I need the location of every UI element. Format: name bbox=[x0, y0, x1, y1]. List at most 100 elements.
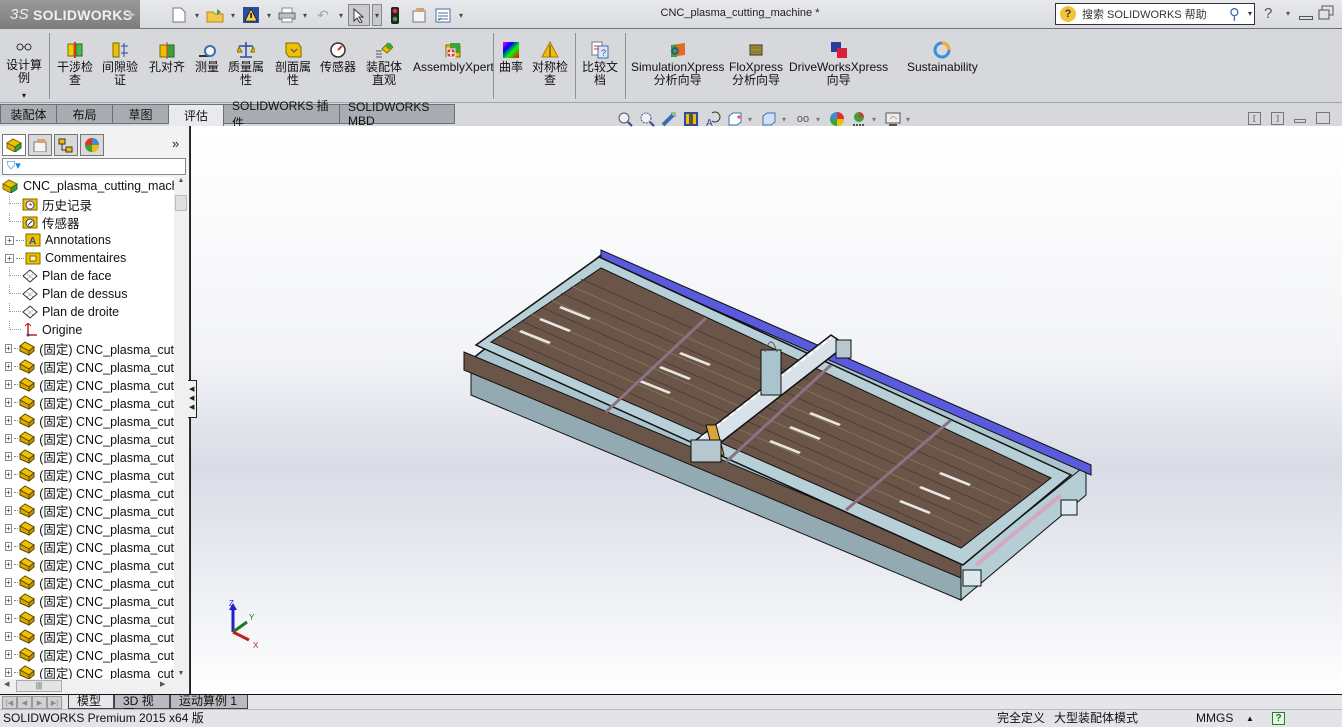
open-dropdown[interactable]: ▾ bbox=[228, 11, 238, 20]
new-doc-icon[interactable] bbox=[168, 4, 190, 26]
zoom-to-area-icon[interactable] bbox=[638, 110, 656, 128]
print-icon[interactable] bbox=[276, 4, 298, 26]
hide-show-dropdown[interactable]: ▾ bbox=[816, 115, 824, 124]
feature-manager-icon[interactable] bbox=[2, 134, 26, 156]
tree-node[interactable]: + (固定) CNC_plasma_cut bbox=[0, 663, 174, 679]
tree-node[interactable]: + (固定) CNC_plasma_cut bbox=[0, 483, 174, 501]
expand-toggle-icon[interactable]: + bbox=[5, 433, 12, 443]
tab-3d-views[interactable]: 3D 视图 bbox=[114, 695, 170, 721]
mass-properties-button[interactable]: 质量属 性 bbox=[228, 41, 264, 87]
floxpress-button[interactable]: FloXpress 分析向导 bbox=[729, 41, 783, 87]
tree-filter-bar[interactable]: ⛉▾ bbox=[2, 158, 186, 175]
expand-toggle-icon[interactable]: + bbox=[5, 487, 12, 497]
undo-dropdown[interactable]: ▾ bbox=[336, 11, 346, 20]
tree-root[interactable]: CNC_plasma_cutting_mach bbox=[0, 177, 174, 195]
panel-expand-icon[interactable]: » bbox=[172, 136, 179, 151]
scroll-up-arrow[interactable]: ▲ bbox=[174, 177, 188, 184]
sensor-button[interactable]: 传感器 bbox=[320, 41, 356, 74]
tree-node[interactable]: Plan de droite bbox=[0, 303, 174, 321]
scroll-right-arrow[interactable]: ▶ bbox=[160, 680, 165, 688]
unit-system[interactable]: MMGS bbox=[1196, 710, 1233, 727]
horizontal-scroll-thumb[interactable]: ||| bbox=[16, 680, 62, 692]
tab-solidworks-mbd[interactable]: SOLIDWORKS MBD bbox=[340, 100, 455, 128]
options-list-icon[interactable] bbox=[432, 4, 454, 26]
tree-node[interactable]: + A Annotations bbox=[0, 231, 174, 249]
assemblyxpert-button[interactable]: AssemblyXpert bbox=[413, 41, 494, 74]
tab-assembly[interactable]: 装配体 bbox=[0, 104, 57, 124]
restore-button[interactable] bbox=[1318, 5, 1334, 20]
section-properties-button[interactable]: 剖面属 性 bbox=[275, 41, 311, 87]
view-orientation-dropdown[interactable]: ▾ bbox=[748, 115, 756, 124]
section-view-icon[interactable] bbox=[682, 110, 700, 128]
minimize-button[interactable] bbox=[1299, 16, 1313, 20]
solidworks-menu-button[interactable]: 3S SOLIDWORKS ▶ bbox=[0, 0, 140, 29]
cnc-plasma-machine-model[interactable] bbox=[191, 126, 1342, 694]
simulationxpress-button[interactable]: SimulationXpress 分析向导 bbox=[631, 41, 724, 87]
apply-scene-icon[interactable] bbox=[850, 110, 868, 128]
new-dropdown[interactable]: ▾ bbox=[192, 11, 202, 20]
print-dropdown[interactable]: ▾ bbox=[300, 11, 310, 20]
search-icon[interactable]: ⚲ bbox=[1229, 5, 1240, 23]
expand-toggle-icon[interactable]: + bbox=[5, 523, 12, 533]
tree-node[interactable]: Plan de dessus bbox=[0, 285, 174, 303]
driveworksxpress-button[interactable]: DriveWorksXpress 向导 bbox=[789, 41, 888, 87]
traffic-light-icon[interactable] bbox=[384, 4, 406, 26]
panel-collapse-handle[interactable]: ◀ ◀ ◀ bbox=[188, 380, 197, 418]
prev-tab-arrow[interactable]: ◀ bbox=[17, 696, 32, 709]
expand-toggle-icon[interactable]: + bbox=[5, 559, 12, 569]
tree-node[interactable]: + (固定) CNC_plasma_cut bbox=[0, 645, 174, 663]
expand-toggle-icon[interactable]: + bbox=[5, 649, 12, 659]
expand-toggle-icon[interactable]: + bbox=[5, 595, 12, 605]
expand-toggle-icon[interactable]: + bbox=[5, 505, 12, 515]
tree-node[interactable]: + Commentaires bbox=[0, 249, 174, 267]
search-dropdown[interactable]: ▾ bbox=[1248, 9, 1252, 18]
clearance-button[interactable]: 间隙验 证 bbox=[102, 41, 138, 87]
view-settings-dropdown[interactable]: ▾ bbox=[906, 115, 914, 124]
first-tab-arrow[interactable]: |◀ bbox=[2, 696, 17, 709]
expand-toggle-icon[interactable]: + bbox=[5, 451, 12, 461]
expand-toggle-icon[interactable]: + bbox=[5, 541, 12, 551]
zoom-to-fit-icon[interactable] bbox=[616, 110, 634, 128]
graphics-area[interactable]: Z Y X bbox=[190, 126, 1342, 694]
menu-expand-icon[interactable]: ▶ bbox=[129, 9, 136, 20]
symmetry-check-button[interactable]: 对称检 查 bbox=[532, 41, 568, 87]
last-tab-arrow[interactable]: ▶| bbox=[47, 696, 62, 709]
sustainability-button[interactable]: Sustainability bbox=[907, 41, 978, 74]
property-manager-icon[interactable] bbox=[28, 134, 52, 156]
filter-icon[interactable]: ⛉▾ bbox=[7, 160, 21, 172]
dynamic-annotation-icon[interactable]: A bbox=[704, 110, 722, 128]
measure-button[interactable]: 测量 bbox=[195, 41, 219, 74]
help-dropdown[interactable]: ▾ bbox=[1286, 9, 1290, 18]
expand-toggle-icon[interactable]: + bbox=[5, 361, 12, 371]
assembly-visualization-button[interactable]: 装配体 直观 bbox=[366, 41, 402, 87]
compare-documents-button[interactable]: ? 比较文 档 bbox=[582, 41, 618, 87]
doc-minimize-button[interactable] bbox=[1294, 119, 1306, 123]
select-dropdown[interactable]: ▾ bbox=[372, 4, 382, 26]
expand-toggle-icon[interactable]: + bbox=[5, 415, 12, 425]
view-orientation-icon[interactable] bbox=[726, 110, 744, 128]
display-style-icon[interactable] bbox=[760, 110, 778, 128]
tab-solidworks-addins[interactable]: SOLIDWORKS 插件 bbox=[224, 99, 340, 130]
curvature-button[interactable]: 曲率 bbox=[499, 41, 523, 74]
rebuild-dropdown[interactable]: ▾ bbox=[264, 11, 274, 20]
help-icon[interactable]: ? bbox=[1264, 5, 1272, 22]
tree-node[interactable]: + (固定) CNC_plasma_cut bbox=[0, 393, 174, 411]
tree-node[interactable]: + (固定) CNC_plasma_cut bbox=[0, 447, 174, 465]
tree-horizontal-scrollbar[interactable]: ◀ ||| ▶ bbox=[0, 679, 188, 693]
tree-node[interactable]: + (固定) CNC_plasma_cut bbox=[0, 339, 174, 357]
tree-node[interactable]: Origine bbox=[0, 321, 174, 339]
expand-toggle-icon[interactable]: + bbox=[5, 235, 14, 245]
configuration-manager-icon[interactable] bbox=[54, 134, 78, 156]
apply-scene-dropdown[interactable]: ▾ bbox=[872, 115, 880, 124]
tree-vertical-scrollbar[interactable]: ▲ ▼ bbox=[174, 177, 188, 679]
tree-node[interactable]: 传感器 bbox=[0, 213, 174, 231]
tree-node[interactable]: + (固定) CNC_plasma_cut bbox=[0, 501, 174, 519]
tree-node[interactable]: + (固定) CNC_plasma_cut bbox=[0, 429, 174, 447]
expand-toggle-icon[interactable]: + bbox=[5, 613, 12, 623]
tree-node[interactable]: + (固定) CNC_plasma_cut bbox=[0, 537, 174, 555]
tree-node[interactable]: + (固定) CNC_plasma_cut bbox=[0, 609, 174, 627]
expand-toggle-icon[interactable]: + bbox=[5, 343, 12, 353]
display-manager-icon[interactable] bbox=[80, 134, 104, 156]
tree-node[interactable]: + (固定) CNC_plasma_cut bbox=[0, 573, 174, 591]
units-menu-arrow[interactable]: ▲ bbox=[1246, 710, 1254, 727]
